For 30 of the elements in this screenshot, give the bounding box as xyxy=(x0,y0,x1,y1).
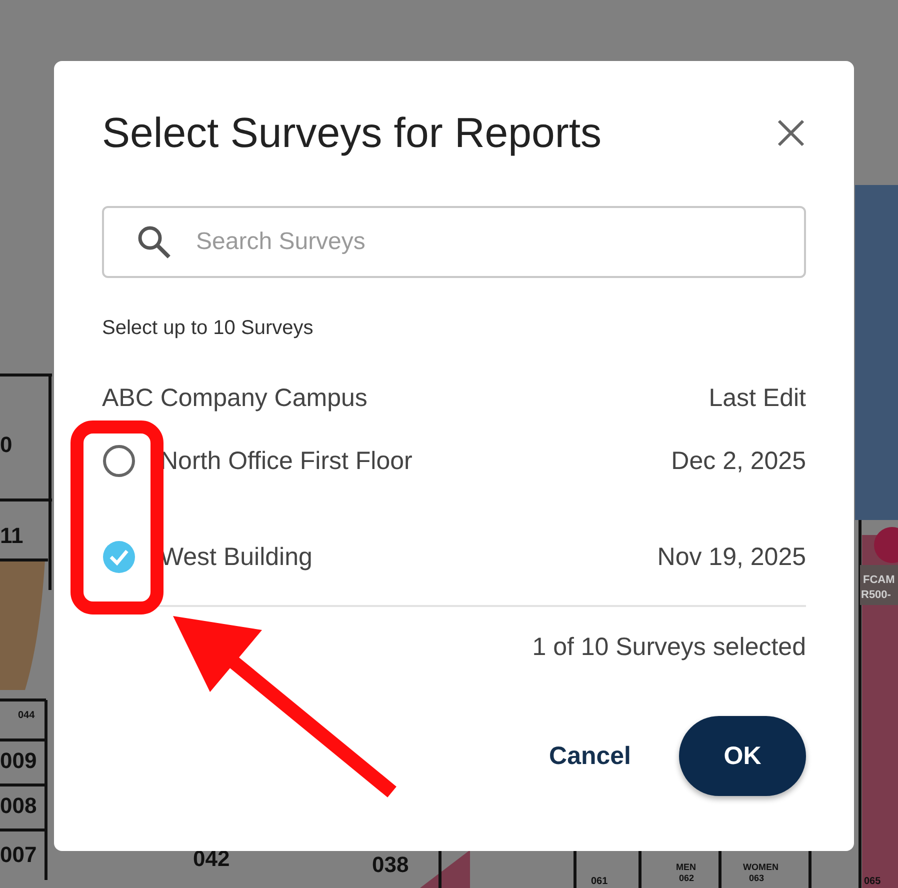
room-label: MEN xyxy=(676,862,696,872)
room-label: FCAM xyxy=(863,574,895,586)
room-label: 042 xyxy=(193,846,230,871)
room-label: 009 xyxy=(0,748,37,773)
ok-button[interactable]: OK xyxy=(679,716,806,796)
room-label: 007 xyxy=(0,842,37,867)
checkbox[interactable] xyxy=(102,444,136,478)
close-icon[interactable] xyxy=(776,118,806,148)
room-label: WOMEN xyxy=(743,862,778,872)
cancel-button[interactable]: Cancel xyxy=(547,734,633,778)
search-field[interactable]: Search Surveys xyxy=(102,206,806,278)
hint-text: Select up to 10 Surveys xyxy=(102,317,314,340)
survey-date: Nov 19, 2025 xyxy=(657,542,806,572)
room-label: 062 xyxy=(679,873,694,883)
room-label: 038 xyxy=(372,852,409,877)
search-icon xyxy=(136,224,172,260)
group-name: ABC Company Campus xyxy=(102,384,368,413)
checkbox[interactable] xyxy=(102,540,136,574)
room-label: 061 xyxy=(591,876,608,887)
survey-date: Dec 2, 2025 xyxy=(671,446,806,476)
room-label: 063 xyxy=(749,873,764,883)
room-label: 11 xyxy=(0,523,24,548)
column-header: Last Edit xyxy=(708,384,806,413)
room-label: 0 xyxy=(0,432,12,457)
room-label: 008 xyxy=(0,793,37,818)
room-label: R500- xyxy=(861,589,891,601)
camera-marker-icon[interactable] xyxy=(874,527,898,563)
room-label: 065 xyxy=(864,876,881,887)
dialog-title: Select Surveys for Reports xyxy=(102,109,602,157)
room-label: 044 xyxy=(18,710,35,721)
